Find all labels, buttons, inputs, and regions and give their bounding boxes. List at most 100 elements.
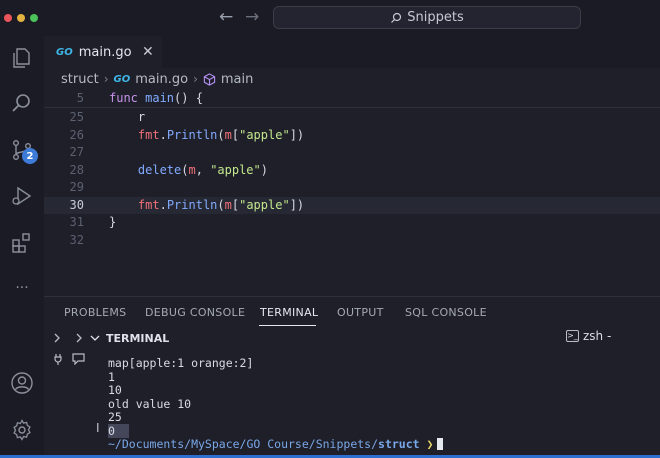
settings-icon[interactable] xyxy=(10,418,34,442)
terminal-line: map[apple:1 orange:2] xyxy=(108,356,254,370)
chevron-right-icon: › xyxy=(193,72,198,86)
line-number: 32 xyxy=(69,232,84,247)
chevron-right-icon[interactable] xyxy=(74,333,84,343)
command-center-label: Snippets xyxy=(407,10,464,25)
forward-arrow-icon[interactable]: → xyxy=(245,8,259,26)
terminal-prompt[interactable]: ~/Documents/MySpace/GO Course/Snippets/s… xyxy=(108,437,648,452)
terminal-title: TERMINAL xyxy=(106,331,170,345)
code-text: delete(m, "apple") xyxy=(109,162,268,179)
plug-icon[interactable] xyxy=(52,353,64,365)
go-file-icon: GO xyxy=(113,73,131,85)
line-number: 26 xyxy=(69,127,84,142)
active-tab-indicator xyxy=(259,325,316,326)
chevron-right-icon: › xyxy=(103,72,109,86)
terminal-line: old value 10 xyxy=(108,396,192,411)
code-token: Println xyxy=(166,127,218,142)
sticky-scroll-divider xyxy=(44,107,660,108)
prompt-path: ~/Documents/MySpace/GO Course/Snippets/ xyxy=(108,437,379,451)
code-token: ( xyxy=(217,127,225,142)
breadcrumb-file[interactable]: main.go xyxy=(135,72,188,87)
chevron-down-icon[interactable] xyxy=(90,333,100,343)
code-token: func xyxy=(109,91,146,105)
code-token: "apple" xyxy=(239,127,290,142)
code-token: fmt xyxy=(137,197,160,212)
code-line[interactable]: 32 xyxy=(44,232,660,249)
terminal-shell-selector[interactable]: >_ zsh - xyxy=(566,329,611,343)
run-debug-icon[interactable] xyxy=(10,184,34,208)
code-token: "apple" xyxy=(239,197,290,212)
terminal-line: 10 xyxy=(108,383,122,397)
tab-main-go[interactable]: GO main.go ✕ xyxy=(44,36,162,68)
breadcrumb: struct › GO main.go › main xyxy=(44,68,660,90)
code-line-active[interactable]: 30 fmt.Println(m["apple"]) xyxy=(44,196,660,214)
code-line[interactable]: 31} xyxy=(44,214,660,231)
line-number: 28 xyxy=(69,162,84,177)
title-bar: ← → Snippets xyxy=(0,0,660,36)
code-token: m xyxy=(188,162,196,177)
line-number: 5 xyxy=(76,91,84,105)
terminal-cursor xyxy=(437,438,444,450)
code-token: m xyxy=(224,197,232,212)
code-text: fmt.Println(m["apple"]) xyxy=(109,127,304,144)
code-token: fmt xyxy=(137,127,160,142)
text-cursor-icon: I xyxy=(96,421,100,435)
terminal-line-selected: 0 xyxy=(108,423,129,438)
close-window-button[interactable] xyxy=(4,14,12,22)
terminal-side-controls xyxy=(44,327,90,458)
tab-debug-console[interactable]: DEBUG CONSOLE xyxy=(145,306,245,319)
tab-problems[interactable]: PROBLEMS xyxy=(64,306,126,319)
search-icon xyxy=(391,12,402,23)
source-control-badge: 2 xyxy=(22,148,38,164)
symbol-method-icon xyxy=(203,72,216,86)
terminal-line: 1 xyxy=(108,369,115,384)
code-token: m xyxy=(224,127,232,142)
explorer-icon[interactable] xyxy=(10,46,34,70)
tab-output[interactable]: OUTPUT xyxy=(337,306,384,319)
code-token: . xyxy=(159,127,167,142)
account-icon[interactable] xyxy=(10,371,34,395)
maximize-window-button[interactable] xyxy=(30,14,38,22)
chat-icon[interactable] xyxy=(72,353,85,365)
code-text: fmt.Println(m["apple"]) xyxy=(109,197,304,214)
minimize-window-button[interactable] xyxy=(17,14,25,22)
code-line[interactable]: 26 fmt.Println(m["apple"]) xyxy=(44,127,660,144)
code-text: r xyxy=(109,109,145,126)
prompt-arrow-icon: ❯ xyxy=(426,437,434,451)
code-line[interactable]: 27 xyxy=(44,144,660,161)
terminal-line: 25 xyxy=(108,410,122,424)
breadcrumb-folder[interactable]: struct xyxy=(61,72,99,87)
breadcrumb-symbol[interactable]: main xyxy=(221,72,253,87)
code-token: . xyxy=(159,197,167,212)
go-file-icon: GO xyxy=(56,46,73,58)
code-token: ]) xyxy=(289,197,305,212)
code-editor[interactable]: 5 func main() { 25 r 26 fmt.Println(m["ap… xyxy=(44,90,660,296)
line-number: 25 xyxy=(69,110,84,124)
tab-label: main.go xyxy=(78,44,132,60)
tab-sql-console[interactable]: SQL CONSOLE xyxy=(405,306,487,319)
code-line: func main() { xyxy=(109,90,203,107)
code-line[interactable]: 29 xyxy=(44,179,660,196)
code-token: } xyxy=(109,215,117,229)
code-line[interactable]: 28 delete(m, "apple") xyxy=(44,162,660,179)
shell-label: zsh - xyxy=(583,329,612,343)
chevron-right-icon[interactable] xyxy=(52,333,62,343)
search-icon[interactable] xyxy=(10,91,34,115)
back-arrow-icon[interactable]: ← xyxy=(219,8,233,26)
code-token: delete xyxy=(137,162,182,177)
close-icon[interactable]: ✕ xyxy=(142,44,154,60)
editor-tabs: GO main.go ✕ xyxy=(44,36,660,68)
terminal-output[interactable]: map[apple:1 orange:2] 1 10 old value 10 … xyxy=(108,356,648,452)
sticky-scroll-line[interactable]: 5 func main() { xyxy=(44,90,660,107)
line-number: 30 xyxy=(69,197,84,212)
code-line[interactable]: 25 r xyxy=(44,109,660,126)
code-token: ]) xyxy=(289,127,305,142)
bottom-panel: PROBLEMS DEBUG CONSOLE TERMINAL OUTPUT S… xyxy=(44,296,660,458)
tab-terminal[interactable]: TERMINAL xyxy=(260,306,318,319)
code-token: "apple" xyxy=(210,162,261,177)
code-token: ) xyxy=(260,162,268,177)
extensions-icon[interactable] xyxy=(10,231,34,255)
more-icon[interactable]: ··· xyxy=(10,276,34,300)
command-center-search[interactable]: Snippets xyxy=(273,6,581,29)
